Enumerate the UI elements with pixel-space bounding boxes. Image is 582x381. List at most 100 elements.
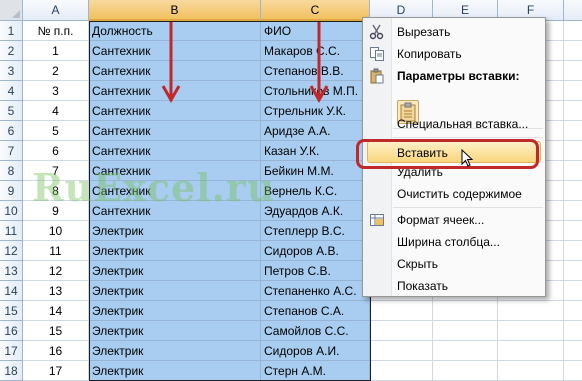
menu-item-paste-special[interactable]: Специальная вставка... [363,113,545,135]
row-header[interactable]: 6 [0,121,23,141]
cell-c[interactable]: Бейкин М.М. [261,161,370,181]
cell-a[interactable]: 2 [23,61,89,81]
row-header[interactable]: 1 [0,21,23,41]
cell-c[interactable]: Степлерр В.С. [261,221,370,241]
cell-empty[interactable] [433,361,498,381]
cell-b[interactable]: Электрик [89,241,261,261]
cell-a[interactable]: 12 [23,261,89,281]
row-header[interactable]: 5 [0,101,23,121]
row-header[interactable]: 14 [0,281,23,301]
cell-empty[interactable] [370,321,433,341]
cell-c[interactable]: Казан У.К. [261,141,370,161]
cell-empty[interactable] [433,321,498,341]
row-header[interactable]: 11 [0,221,23,241]
cell-empty[interactable] [370,341,433,361]
cell-empty[interactable] [498,301,564,321]
cell-a[interactable]: 9 [23,201,89,221]
cell-c[interactable]: Макаров С.С. [261,41,370,61]
cell-a[interactable]: 7 [23,161,89,181]
row-header[interactable]: 18 [0,361,23,381]
cell-empty[interactable] [498,341,564,361]
cell-a[interactable]: 4 [23,101,89,121]
cell-a[interactable]: 1 [23,41,89,61]
select-all-corner[interactable] [0,0,23,21]
cell-c[interactable]: Степанов С.А. [261,301,370,321]
cell-empty[interactable] [564,261,582,281]
cell-empty[interactable] [564,321,582,341]
row-header[interactable]: 7 [0,141,23,161]
cell-b[interactable]: Сантехник [89,81,261,101]
cell-b[interactable]: Сантехник [89,41,261,61]
cell-b[interactable]: Сантехник [89,181,261,201]
cell-c[interactable]: Стрельник У.К. [261,101,370,121]
column-header-g[interactable] [564,0,582,21]
menu-item-format-cells[interactable]: Формат ячеек... [363,209,545,231]
cell-b[interactable]: Сантехник [89,141,261,161]
cell-empty[interactable] [564,221,582,241]
row-header[interactable]: 2 [0,41,23,61]
column-header-b[interactable]: B [89,0,261,21]
cell-a[interactable]: 8 [23,181,89,201]
cell-empty[interactable] [564,121,582,141]
cell-b[interactable]: Электрик [89,261,261,281]
cell-empty[interactable] [564,141,582,161]
cell-c[interactable]: Вернель К.С. [261,181,370,201]
column-header-c[interactable]: C [261,0,370,21]
row-header[interactable]: 4 [0,81,23,101]
cell-empty[interactable] [498,361,564,381]
cell-empty[interactable] [564,301,582,321]
cell-c[interactable]: Стерн А.М. [261,361,370,381]
cell-empty[interactable] [564,181,582,201]
row-header[interactable]: 12 [0,241,23,261]
row-header[interactable]: 16 [0,321,23,341]
menu-item-show[interactable]: Показать [363,275,545,297]
cell-b[interactable]: Сантехник [89,201,261,221]
cell-b[interactable]: Электрик [89,341,261,361]
cell-a[interactable]: 11 [23,241,89,261]
cell-c[interactable]: Стольников М.П. [261,81,370,101]
menu-item-cut[interactable]: Вырезать [363,21,545,43]
cell-empty[interactable] [370,361,433,381]
cell-empty[interactable] [564,81,582,101]
cell-empty[interactable] [498,321,564,341]
cell-c[interactable]: Петров С.В. [261,261,370,281]
cell-b[interactable]: Сантехник [89,61,261,81]
row-header[interactable]: 8 [0,161,23,181]
cell-empty[interactable] [564,161,582,181]
cell-a[interactable]: 15 [23,321,89,341]
menu-item-clear[interactable]: Очистить содержимое [363,183,545,205]
cell-c[interactable]: Степанов В.В. [261,61,370,81]
cell-c[interactable]: Аридзе А.А. [261,121,370,141]
menu-item-column-width[interactable]: Ширина столбца... [363,231,545,253]
cell-b[interactable]: Сантехник [89,161,261,181]
menu-item-insert[interactable]: Вставить [367,141,541,163]
cell-b[interactable]: Электрик [89,301,261,321]
cell-c[interactable]: Сидоров А.И. [261,341,370,361]
cell-empty[interactable] [564,201,582,221]
cell-a[interactable]: 13 [23,281,89,301]
cell-empty[interactable] [564,341,582,361]
cell-b[interactable]: Сантехник [89,121,261,141]
row-header[interactable]: 13 [0,261,23,281]
cell-empty[interactable] [433,301,498,321]
cell-c[interactable]: ФИО [261,21,370,41]
cell-b[interactable]: Электрик [89,221,261,241]
cell-empty[interactable] [564,21,582,41]
cell-empty[interactable] [564,41,582,61]
cell-a[interactable]: 17 [23,361,89,381]
menu-item-hide[interactable]: Скрыть [363,253,545,275]
cell-b[interactable]: Электрик [89,281,261,301]
cell-empty[interactable] [564,101,582,121]
cell-b[interactable]: Должность [89,21,261,41]
menu-item-copy[interactable]: Копировать [363,43,545,65]
cell-a[interactable]: 10 [23,221,89,241]
cell-a[interactable]: 3 [23,81,89,101]
row-header[interactable]: 17 [0,341,23,361]
column-header-a[interactable]: A [23,0,89,21]
row-header[interactable]: 10 [0,201,23,221]
cell-c[interactable]: Степаненко А.С. [261,281,370,301]
cell-empty[interactable] [564,361,582,381]
row-header[interactable]: 15 [0,301,23,321]
menu-item-delete[interactable]: Удалить [363,161,545,183]
cell-a[interactable]: 16 [23,341,89,361]
